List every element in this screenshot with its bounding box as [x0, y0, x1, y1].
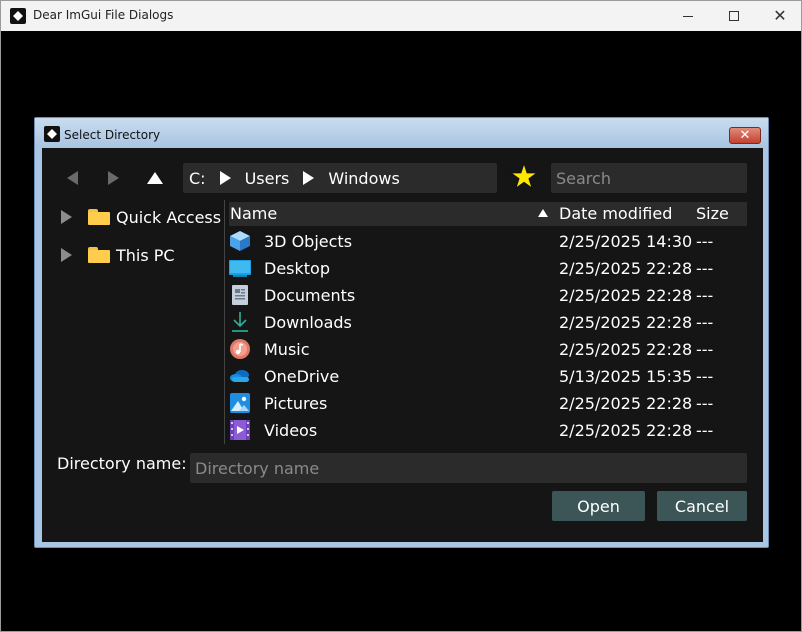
breadcrumb-separator-icon[interactable] [219, 171, 231, 185]
file-date: 2/25/2025 22:28 [559, 340, 693, 359]
column-header-size[interactable]: Size [696, 204, 729, 223]
music-icon [230, 339, 250, 359]
breadcrumb-item[interactable]: Windows [322, 169, 405, 188]
file-name: 3D Objects [264, 232, 353, 251]
app-logo-icon [10, 8, 26, 24]
file-size: --- [696, 367, 714, 386]
up-arrow-icon [147, 172, 163, 184]
maximize-button[interactable] [711, 1, 757, 31]
file-name: Documents [264, 286, 356, 305]
file-date: 2/25/2025 22:28 [559, 259, 693, 278]
file-date: 2/25/2025 22:28 [559, 313, 693, 332]
select-directory-dialog: Select Directory ✕ C: Users Windows ★ Se… [34, 117, 769, 548]
breadcrumb-item[interactable]: Users [239, 169, 296, 188]
dialog-titlebar[interactable]: Select Directory ✕ [35, 118, 768, 148]
table-row[interactable]: Music 2/25/2025 22:28 --- [229, 336, 747, 363]
forward-arrow-icon [107, 171, 119, 185]
videos-icon [230, 420, 250, 440]
dialog-body: C: Users Windows ★ Quick Access This P [42, 148, 763, 542]
app-window: Dear ImGui File Dialogs ✕ Select Directo… [0, 0, 802, 632]
3d-objects-icon [230, 231, 250, 251]
downloads-icon [232, 312, 248, 332]
file-size: --- [696, 232, 714, 251]
file-date: 2/25/2025 22:28 [559, 286, 693, 305]
back-arrow-icon [66, 171, 78, 185]
table-row[interactable]: Videos 2/25/2025 22:28 --- [229, 417, 747, 444]
sidebar-splitter[interactable] [224, 200, 225, 444]
favorite-button[interactable]: ★ [507, 157, 541, 197]
dialog-title: Select Directory [64, 128, 161, 142]
file-name: Pictures [264, 394, 328, 413]
file-date: 5/13/2025 15:35 [559, 367, 693, 386]
minimize-icon [683, 15, 693, 17]
close-icon: ✕ [739, 128, 751, 143]
table-row[interactable]: Pictures 2/25/2025 22:28 --- [229, 390, 747, 417]
cancel-button[interactable]: Cancel [657, 491, 747, 521]
file-name: Music [264, 340, 310, 359]
sort-ascending-icon [538, 209, 548, 217]
file-name: OneDrive [264, 367, 340, 386]
expand-arrow-icon[interactable] [61, 248, 72, 262]
breadcrumb: C: Users Windows [183, 163, 497, 193]
file-size: --- [696, 421, 714, 440]
back-button[interactable] [60, 166, 84, 190]
file-size: --- [696, 259, 714, 278]
table-row[interactable]: Desktop 2/25/2025 22:28 --- [229, 255, 747, 282]
column-header-name[interactable]: Name [230, 204, 277, 223]
app-title: Dear ImGui File Dialogs [33, 8, 174, 22]
sidebar-item-quick-access[interactable]: Quick Access [56, 204, 221, 230]
file-date: 2/25/2025 22:28 [559, 421, 693, 440]
folder-icon [88, 209, 110, 225]
file-size: --- [696, 340, 714, 359]
desktop-icon [229, 260, 251, 277]
file-name: Downloads [264, 313, 352, 332]
file-table: Name Date modified Size 3D Objects 2/25/… [229, 202, 747, 448]
file-size: --- [696, 313, 714, 332]
app-titlebar[interactable]: Dear ImGui File Dialogs ✕ [1, 1, 801, 31]
sidebar: Quick Access This PC [56, 200, 224, 444]
directory-name-input[interactable] [190, 453, 747, 483]
sidebar-item-this-pc[interactable]: This PC [56, 242, 175, 268]
sidebar-item-label: This PC [116, 245, 175, 265]
dialog-logo-icon [44, 126, 60, 142]
table-header: Name Date modified Size [229, 202, 747, 226]
open-button[interactable]: Open [552, 491, 645, 521]
star-icon: ★ [508, 157, 540, 197]
onedrive-icon [230, 370, 249, 382]
sidebar-item-label: Quick Access [116, 207, 222, 227]
breadcrumb-separator-icon[interactable] [303, 171, 315, 185]
column-header-date[interactable]: Date modified [559, 204, 672, 223]
maximize-icon [729, 11, 739, 21]
forward-button[interactable] [101, 166, 125, 190]
file-date: 2/25/2025 14:30 [559, 232, 693, 251]
dialog-close-button[interactable]: ✕ [729, 127, 761, 144]
table-row[interactable]: OneDrive 5/13/2025 15:35 --- [229, 363, 747, 390]
expand-arrow-icon[interactable] [61, 210, 72, 224]
file-name: Videos [264, 421, 318, 440]
close-window-button[interactable]: ✕ [757, 1, 802, 31]
directory-name-label: Directory name: [57, 454, 187, 473]
file-date: 2/25/2025 22:28 [559, 394, 693, 413]
search-input[interactable] [551, 163, 747, 193]
table-row[interactable]: Documents 2/25/2025 22:28 --- [229, 282, 747, 309]
minimize-button[interactable] [665, 1, 711, 31]
parent-directory-button[interactable] [143, 166, 167, 190]
file-size: --- [696, 394, 714, 413]
table-row[interactable]: 3D Objects 2/25/2025 14:30 --- [229, 228, 747, 255]
folder-icon [88, 247, 110, 263]
documents-icon [232, 285, 248, 305]
close-icon: ✕ [773, 6, 787, 25]
pictures-icon [230, 393, 250, 413]
file-size: --- [696, 286, 714, 305]
table-row[interactable]: Downloads 2/25/2025 22:28 --- [229, 309, 747, 336]
file-name: Desktop [264, 259, 330, 278]
breadcrumb-item[interactable]: C: [183, 169, 212, 188]
